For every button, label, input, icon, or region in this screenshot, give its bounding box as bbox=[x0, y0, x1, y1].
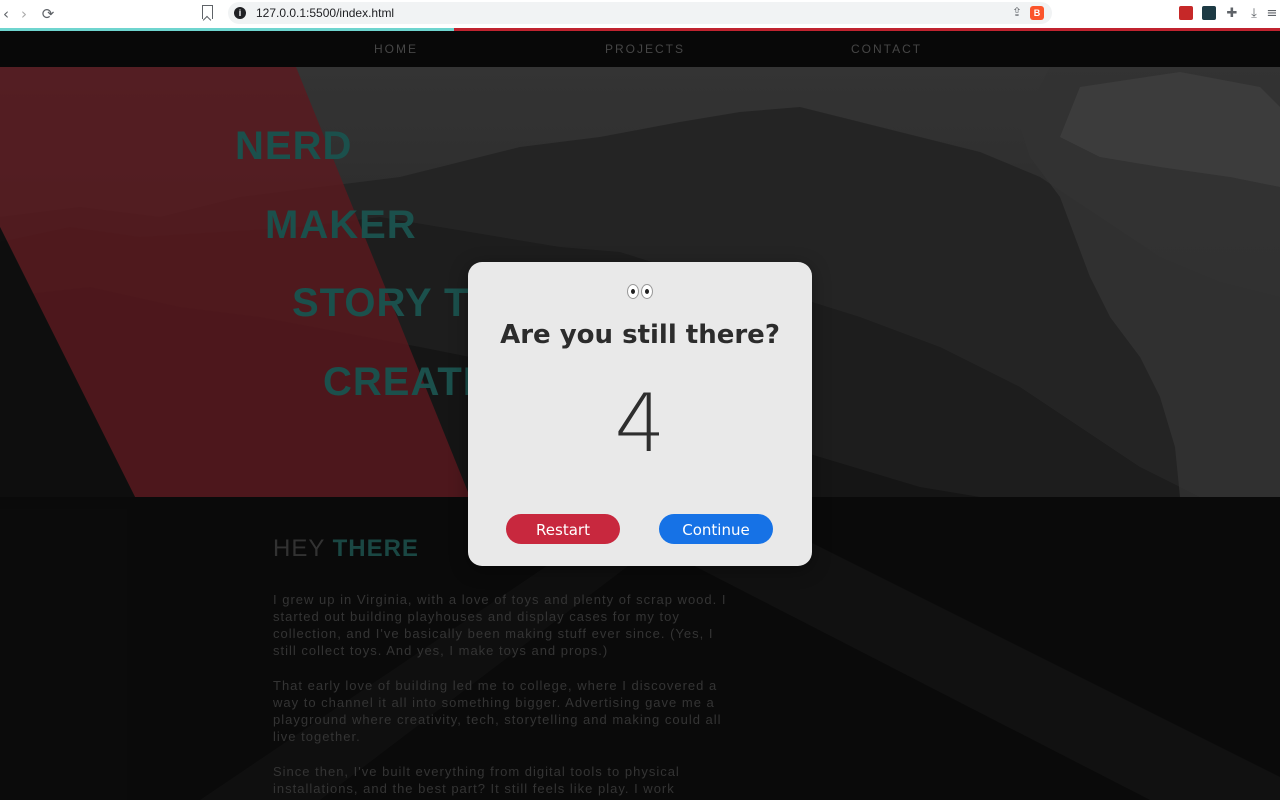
forward-icon[interactable]: › bbox=[14, 4, 34, 24]
menu-icon[interactable]: ≡ bbox=[1262, 4, 1280, 24]
bookmark-icon[interactable] bbox=[202, 5, 213, 19]
countdown-number: 4 bbox=[614, 377, 666, 470]
eye-right bbox=[641, 284, 653, 299]
inactivity-dialog: Are you still there? 4 Restart Continue bbox=[468, 262, 812, 566]
url-text: 127.0.0.1:5500/index.html bbox=[256, 6, 395, 20]
extensions-puzzle-icon[interactable]: ✚ bbox=[1222, 4, 1242, 24]
browser-toolbar: ‹ › ⟳ i 127.0.0.1:5500/index.html ⇪ B ✚ … bbox=[0, 0, 1280, 29]
share-icon[interactable]: ⇪ bbox=[1012, 5, 1022, 19]
dialog-title: Are you still there? bbox=[500, 320, 780, 350]
eyes-icon bbox=[468, 284, 812, 303]
restart-button[interactable]: Restart bbox=[506, 514, 620, 544]
download-icon[interactable]: ⤓ bbox=[1244, 4, 1264, 24]
address-bar[interactable]: i 127.0.0.1:5500/index.html ⇪ B bbox=[228, 2, 1052, 24]
site-info-icon[interactable]: i bbox=[234, 7, 246, 19]
extension-icon[interactable] bbox=[1202, 6, 1216, 20]
reload-icon[interactable]: ⟳ bbox=[38, 4, 58, 24]
brave-shields-icon[interactable]: B bbox=[1030, 6, 1044, 20]
continue-button[interactable]: Continue bbox=[659, 514, 773, 544]
extension-icon[interactable] bbox=[1179, 6, 1193, 20]
eye-left bbox=[627, 284, 639, 299]
